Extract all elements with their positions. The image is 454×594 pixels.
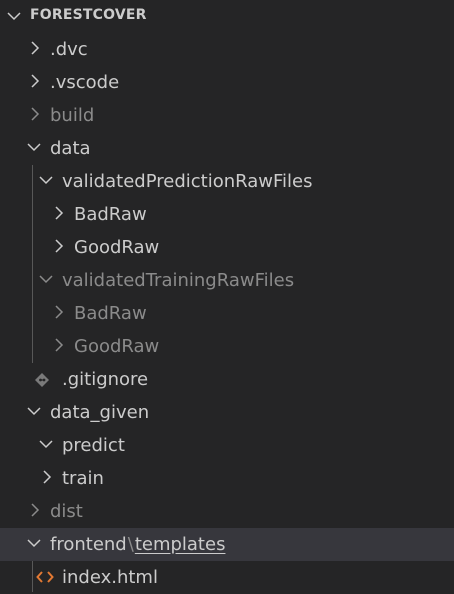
tree-item-label: .vscode [50, 72, 120, 93]
chevron-down-icon [38, 272, 53, 286]
chevron-right-icon [52, 239, 66, 253]
tree-item-bad-raw[interactable]: BadRaw [0, 297, 454, 330]
chevron-right-icon [52, 338, 66, 352]
tree-item-label: .dvc [50, 39, 88, 60]
file-explorer: FORESTCOVER .dvc .vscode build data vali… [0, 0, 454, 592]
chevron-down-icon [38, 173, 53, 187]
compact-folder-part-frontend[interactable]: frontend [50, 534, 127, 555]
tree-item-build[interactable]: build [0, 99, 454, 132]
tree-item-label: dist [50, 501, 83, 522]
tree-item-label: data_given [50, 402, 150, 423]
tree-item-label: BadRaw [74, 204, 147, 225]
tree-item-label: build [50, 105, 95, 126]
compact-folder-label: frontend\templates [50, 534, 225, 556]
tree-item-dist[interactable]: dist [0, 495, 454, 528]
tree-item-vscode[interactable]: .vscode [0, 66, 454, 99]
tree-item-label: index.html [62, 567, 158, 588]
chevron-right-icon [52, 206, 66, 220]
tree-item-validated-prediction-raw-files[interactable]: validatedPredictionRawFiles [0, 165, 454, 198]
chevron-down-icon [26, 140, 41, 154]
chevron-right-icon [52, 305, 66, 319]
tree-item-data-given[interactable]: data_given [0, 396, 454, 429]
chevron-down-icon [38, 437, 53, 451]
tree-item-label: .gitignore [62, 369, 149, 390]
tree-item-index-html[interactable]: index.html [0, 561, 454, 594]
tree-item-good-raw[interactable]: GoodRaw [0, 231, 454, 264]
tree-item-validated-training-raw-files[interactable]: validatedTrainingRawFiles [0, 264, 454, 297]
tree-item-data[interactable]: data [0, 132, 454, 165]
tree-item-good-raw[interactable]: GoodRaw [0, 330, 454, 363]
tree-item-label: validatedPredictionRawFiles [62, 171, 313, 192]
tree-item-label: validatedTrainingRawFiles [62, 270, 295, 291]
chevron-right-icon [40, 470, 54, 484]
git-diamond-icon [34, 372, 50, 388]
explorer-root-label: FORESTCOVER [30, 7, 147, 23]
explorer-root-header[interactable]: FORESTCOVER [0, 0, 454, 33]
tree-item-label: data [50, 138, 91, 159]
chevron-down-icon [26, 404, 41, 418]
tree-item-frontend-templates[interactable]: frontend\templates [0, 528, 454, 561]
tree-item-label: predict [62, 435, 125, 456]
tree-item-label: BadRaw [74, 303, 147, 324]
chevron-right-icon [28, 74, 42, 88]
chevron-down-icon [6, 8, 22, 24]
html-code-icon [36, 569, 54, 585]
compact-folder-separator: \ [127, 534, 134, 555]
compact-folder-part-templates[interactable]: templates [135, 534, 226, 555]
tree-item-train[interactable]: train [0, 462, 454, 495]
tree-item-gitignore[interactable]: .gitignore [0, 363, 454, 396]
tree-item-bad-raw[interactable]: BadRaw [0, 198, 454, 231]
chevron-right-icon [28, 107, 42, 121]
tree-item-dvc[interactable]: .dvc [0, 33, 454, 66]
tree-item-label: train [62, 468, 104, 489]
tree-item-label: GoodRaw [74, 336, 160, 357]
chevron-right-icon [28, 41, 42, 55]
chevron-down-icon [26, 536, 41, 550]
tree-item-label: GoodRaw [74, 237, 160, 258]
chevron-right-icon [28, 503, 42, 517]
tree-item-predict[interactable]: predict [0, 429, 454, 462]
indent-guide [32, 561, 33, 592]
